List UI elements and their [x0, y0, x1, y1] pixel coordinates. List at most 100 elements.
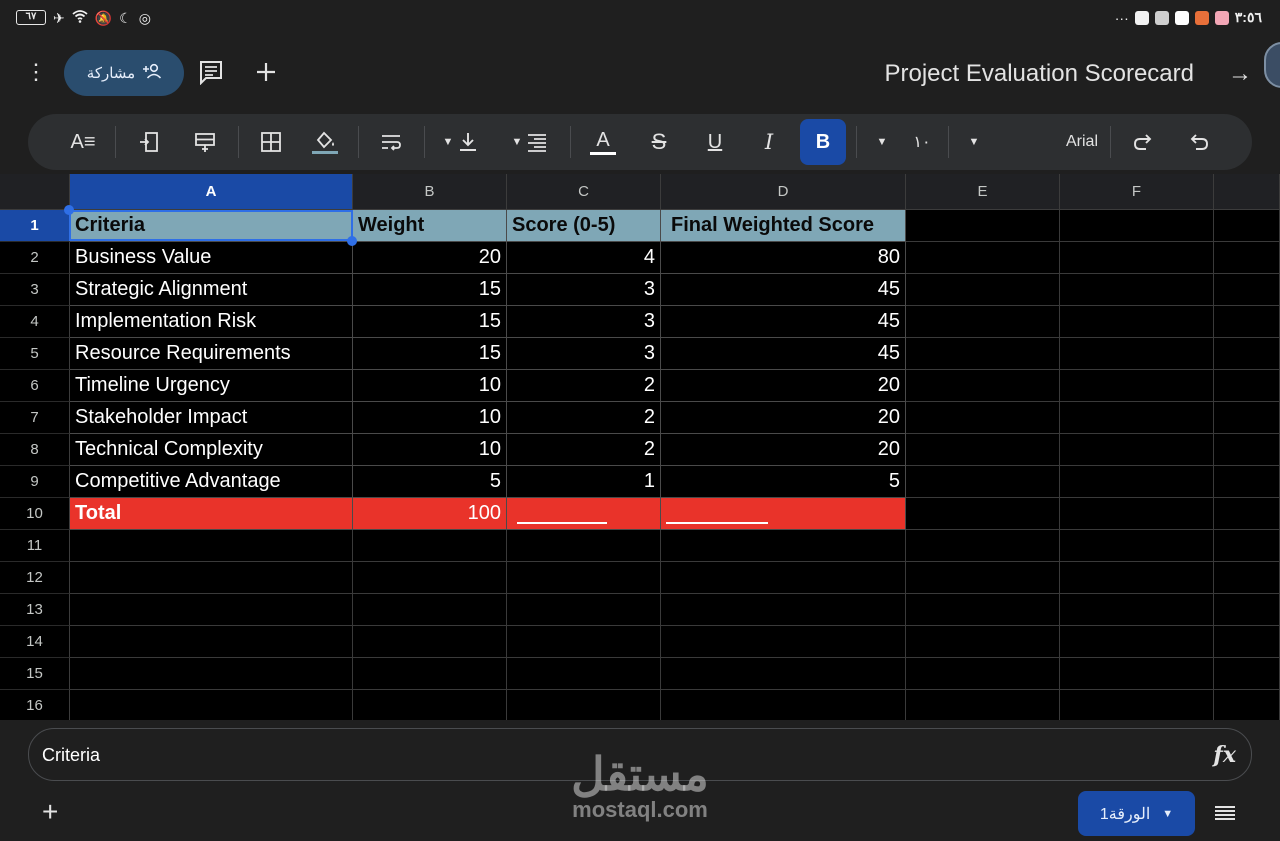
row-header[interactable]: 15 — [0, 658, 70, 690]
empty-cell[interactable] — [1214, 434, 1280, 466]
selection-handle[interactable] — [347, 236, 357, 246]
empty-cell[interactable] — [353, 626, 507, 658]
cell-weight[interactable]: 10 — [353, 434, 507, 466]
cell-score[interactable]: 2 — [507, 434, 661, 466]
insert-button[interactable] — [253, 59, 281, 87]
empty-cell[interactable] — [1214, 498, 1280, 530]
cell-criteria[interactable]: Resource Requirements — [70, 338, 353, 370]
empty-cell[interactable] — [906, 338, 1060, 370]
empty-cell[interactable] — [1060, 338, 1214, 370]
cell-criteria[interactable]: Strategic Alignment — [70, 274, 353, 306]
cell-weight[interactable]: 20 — [353, 242, 507, 274]
empty-cell[interactable] — [353, 562, 507, 594]
text-color-button[interactable]: A — [586, 122, 620, 162]
empty-cell[interactable] — [1060, 690, 1214, 720]
row-header[interactable]: 4 — [0, 306, 70, 338]
cell-weight[interactable]: 5 — [353, 466, 507, 498]
row-header[interactable]: 13 — [0, 594, 70, 626]
empty-cell[interactable] — [70, 690, 353, 720]
fill-color-button[interactable] — [308, 122, 342, 162]
empty-cell[interactable] — [1214, 594, 1280, 626]
underline-button[interactable]: U — [698, 122, 732, 162]
column-header-e[interactable]: E — [906, 174, 1060, 210]
cell-score[interactable]: 3 — [507, 306, 661, 338]
empty-cell[interactable] — [1214, 690, 1280, 720]
row-header[interactable]: 14 — [0, 626, 70, 658]
empty-cell[interactable] — [906, 658, 1060, 690]
strikethrough-button[interactable]: S — [642, 122, 676, 162]
comments-button[interactable] — [198, 59, 226, 87]
row-header[interactable]: 10 — [0, 498, 70, 530]
empty-cell[interactable] — [1214, 306, 1280, 338]
empty-cell[interactable] — [906, 466, 1060, 498]
empty-cell[interactable] — [906, 402, 1060, 434]
empty-cell[interactable] — [906, 498, 1060, 530]
cell-b10[interactable]: 100 — [353, 498, 507, 530]
empty-cell[interactable] — [70, 594, 353, 626]
row-header[interactable]: 7 — [0, 402, 70, 434]
cell-d1[interactable]: Final Weighted Score — [661, 210, 906, 242]
empty-cell[interactable] — [507, 562, 661, 594]
empty-cell[interactable] — [1060, 626, 1214, 658]
row-header[interactable]: 6 — [0, 370, 70, 402]
bold-button[interactable]: B — [800, 119, 846, 165]
cell-final[interactable]: 80 — [661, 242, 906, 274]
font-size-value[interactable]: ١٠ — [910, 122, 934, 162]
empty-cell[interactable] — [906, 242, 1060, 274]
column-header-b[interactable]: B — [353, 174, 507, 210]
empty-cell[interactable] — [1214, 370, 1280, 402]
empty-cell[interactable] — [1060, 242, 1214, 274]
row-header[interactable]: 2 — [0, 242, 70, 274]
more-options-button[interactable]: ⋮ — [22, 58, 50, 86]
insert-row-button[interactable] — [188, 122, 222, 162]
cell-b1[interactable]: Weight — [353, 210, 507, 242]
cell-weight[interactable]: 15 — [353, 338, 507, 370]
column-header-g[interactable] — [1214, 174, 1280, 210]
empty-cell[interactable] — [1060, 306, 1214, 338]
formula-input[interactable]: Criteria — [42, 745, 100, 766]
empty-cell[interactable] — [70, 530, 353, 562]
empty-cell[interactable] — [1214, 562, 1280, 594]
empty-cell[interactable] — [906, 274, 1060, 306]
cell-criteria[interactable]: Timeline Urgency — [70, 370, 353, 402]
add-sheet-button[interactable]: + — [42, 798, 58, 826]
empty-cell[interactable] — [507, 626, 661, 658]
empty-cell[interactable] — [906, 594, 1060, 626]
row-header[interactable]: 1 — [0, 210, 70, 242]
cell-a10[interactable]: Total — [70, 498, 353, 530]
account-avatar[interactable] — [1264, 42, 1280, 88]
empty-cell[interactable] — [1214, 658, 1280, 690]
empty-cell[interactable] — [70, 562, 353, 594]
empty-cell[interactable] — [1060, 370, 1214, 402]
empty-cell[interactable] — [353, 690, 507, 720]
cell-final[interactable]: 5 — [661, 466, 906, 498]
cell-c10[interactable] — [507, 498, 661, 530]
empty-cell[interactable] — [661, 562, 906, 594]
empty-cell[interactable] — [1060, 434, 1214, 466]
empty-cell[interactable] — [1214, 338, 1280, 370]
empty-cell[interactable] — [661, 626, 906, 658]
cell-final[interactable]: 45 — [661, 274, 906, 306]
empty-cell[interactable] — [661, 530, 906, 562]
empty-cell[interactable] — [1214, 402, 1280, 434]
empty-cell[interactable] — [1060, 210, 1214, 242]
cell-final[interactable]: 45 — [661, 306, 906, 338]
formula-bar[interactable]: Criteria fx — [28, 728, 1252, 781]
empty-cell[interactable] — [1214, 210, 1280, 242]
empty-cell[interactable] — [70, 626, 353, 658]
selection-handle[interactable] — [64, 205, 74, 215]
undo-button[interactable] — [1182, 122, 1216, 162]
empty-cell[interactable] — [1060, 402, 1214, 434]
empty-cell[interactable] — [507, 530, 661, 562]
empty-cell[interactable] — [1214, 242, 1280, 274]
empty-cell[interactable] — [906, 530, 1060, 562]
column-header-c[interactable]: C — [507, 174, 661, 210]
row-header[interactable]: 8 — [0, 434, 70, 466]
borders-button[interactable] — [254, 122, 288, 162]
cell-score[interactable]: 4 — [507, 242, 661, 274]
cell-weight[interactable]: 15 — [353, 306, 507, 338]
wrap-text-button[interactable] — [374, 122, 408, 162]
function-icon[interactable]: fx — [1213, 742, 1236, 768]
column-header-f[interactable]: F — [1060, 174, 1214, 210]
empty-cell[interactable] — [1060, 594, 1214, 626]
